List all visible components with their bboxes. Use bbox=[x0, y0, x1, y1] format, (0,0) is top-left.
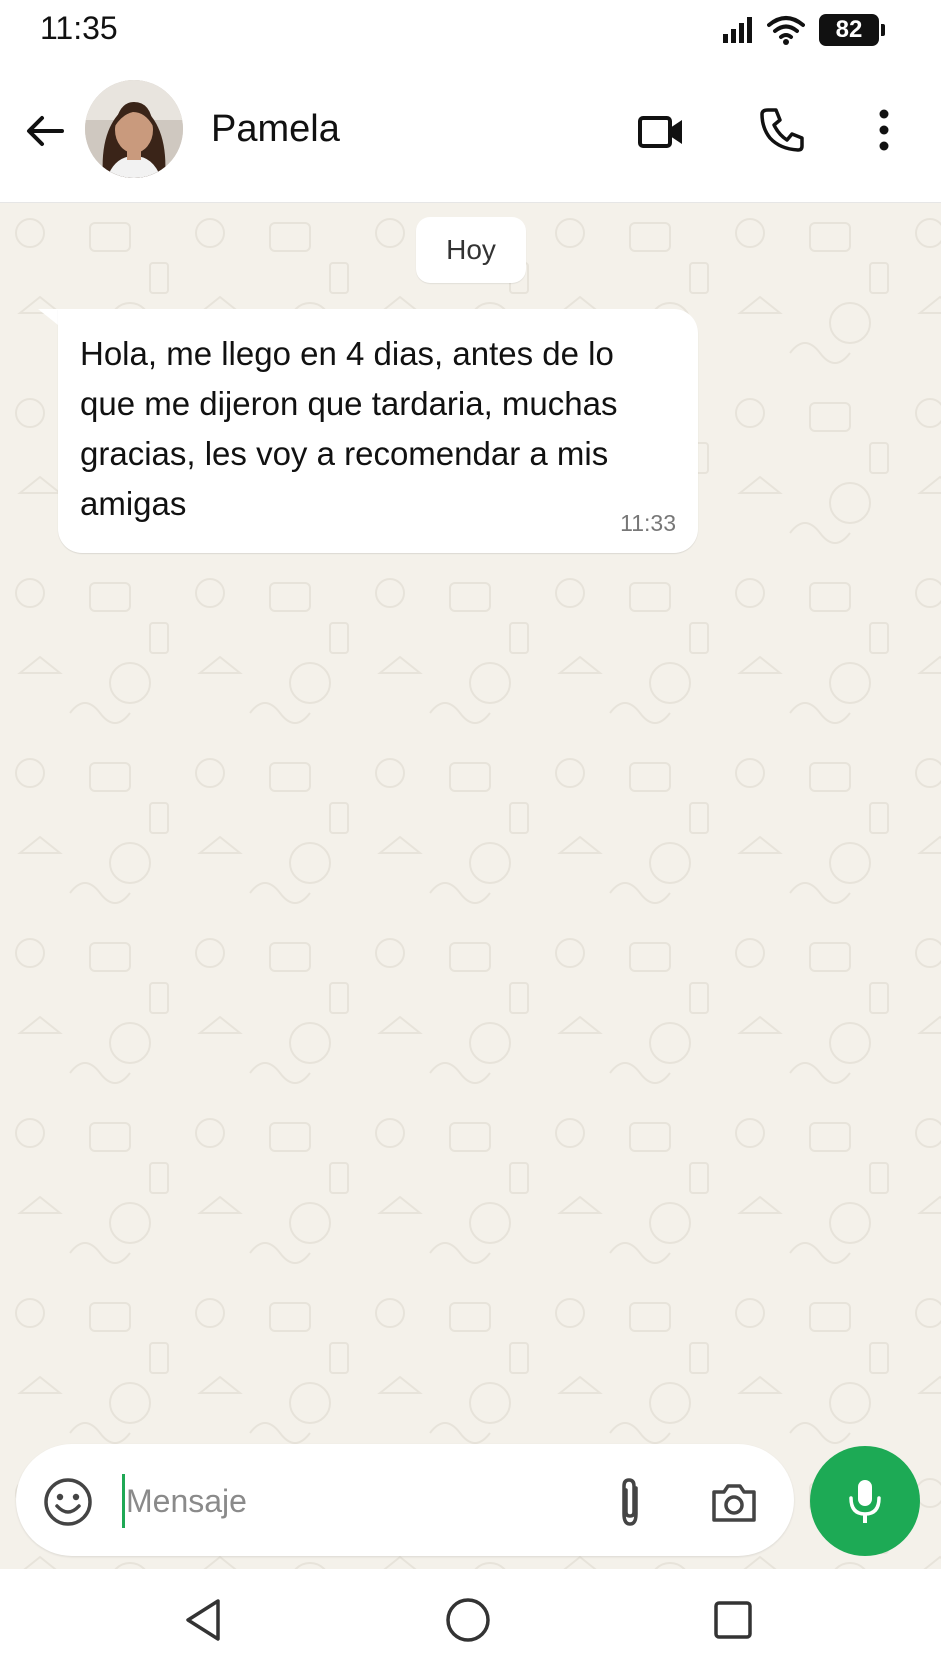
date-chip: Hoy bbox=[416, 217, 526, 283]
message-text: Hola, me llego en 4 dias, antes de lo qu… bbox=[80, 335, 618, 522]
status-icons: 82 bbox=[721, 14, 885, 46]
nav-recents-icon[interactable] bbox=[710, 1597, 756, 1643]
status-time: 11:35 bbox=[40, 10, 118, 46]
contact-name[interactable]: Pamela bbox=[211, 108, 340, 151]
battery-icon: 82 bbox=[819, 14, 885, 46]
message-composer bbox=[16, 1444, 794, 1556]
more-vert-icon[interactable] bbox=[866, 104, 902, 156]
navigation-bar bbox=[0, 1569, 941, 1672]
mic-icon bbox=[849, 1480, 881, 1523]
emoji-icon[interactable] bbox=[42, 1476, 94, 1528]
chat-header: Pamela bbox=[0, 62, 941, 203]
avatar-image bbox=[85, 80, 183, 178]
status-bar: 11:35 82 bbox=[0, 0, 941, 62]
text-cursor bbox=[122, 1474, 125, 1528]
signal-icon bbox=[723, 17, 752, 43]
nav-back-icon[interactable] bbox=[180, 1595, 226, 1645]
nav-home-icon[interactable] bbox=[443, 1595, 493, 1645]
wifi-icon bbox=[767, 16, 805, 45]
video-call-icon[interactable] bbox=[636, 106, 688, 158]
message-time: 11:33 bbox=[620, 510, 676, 536]
phone-icon[interactable] bbox=[756, 104, 808, 156]
message-input[interactable] bbox=[126, 1472, 596, 1530]
attach-icon[interactable] bbox=[610, 1474, 650, 1530]
camera-icon[interactable] bbox=[708, 1476, 760, 1528]
chat-area[interactable]: Hoy Hola, me llego en 4 dias, antes de l… bbox=[0, 203, 941, 1569]
avatar[interactable] bbox=[85, 80, 183, 178]
mic-button[interactable] bbox=[810, 1446, 920, 1556]
incoming-message[interactable]: Hola, me llego en 4 dias, antes de lo qu… bbox=[58, 309, 698, 553]
back-arrow-icon[interactable] bbox=[22, 108, 68, 154]
